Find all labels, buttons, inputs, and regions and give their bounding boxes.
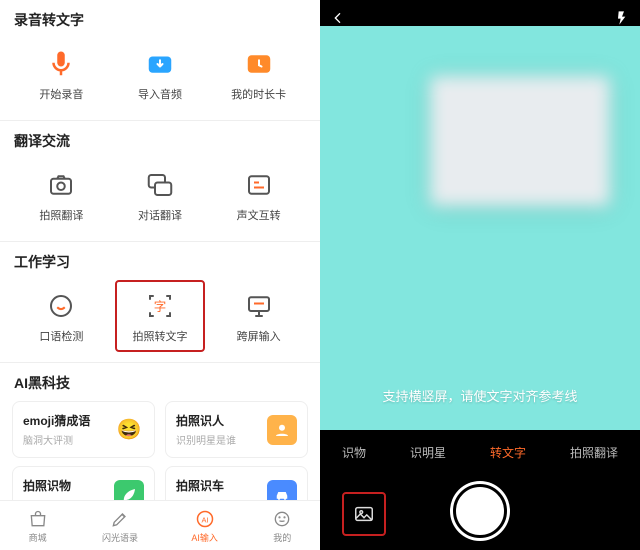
section-title-ai: AI黑科技 [14, 373, 308, 393]
cell-label: 跨屏输入 [237, 328, 281, 344]
divider [0, 241, 320, 242]
shutter-button[interactable] [453, 484, 507, 538]
camera-translate-icon [43, 167, 79, 203]
voice-text-button[interactable]: 声文互转 [214, 159, 304, 231]
card-sub: 脑洞大评测 [23, 432, 90, 447]
mall-icon [27, 508, 49, 530]
chat-translate-icon [142, 167, 178, 203]
car-icon [267, 480, 297, 501]
cross-screen-button[interactable]: 跨屏输入 [214, 280, 304, 352]
nav-label: 闪光语录 [102, 531, 138, 544]
camera-viewfinder: 支持横竖屏，请使文字对齐参考线 [320, 26, 640, 430]
image-icon [353, 503, 375, 525]
section-title-work: 工作学习 [14, 252, 308, 272]
nav-ai-input[interactable]: AI AI输入 [191, 508, 218, 544]
card-title: 拍照识车 [176, 477, 236, 494]
translate-row: 拍照翻译 对话翻译 声文互转 [12, 157, 308, 241]
cell-label: 拍照转文字 [132, 328, 187, 344]
dialog-translate-button[interactable]: 对话翻译 [115, 159, 205, 231]
voice-text-icon [241, 167, 277, 203]
tab-celebrity[interactable]: 识明星 [410, 444, 446, 461]
card-title: 拍照识物 [23, 477, 83, 494]
emoji-idiom-card[interactable]: emoji猜成语 脑洞大评测 😆 [12, 401, 155, 458]
leaf-icon [114, 480, 144, 501]
emoji-icon: 😆 [114, 415, 144, 445]
microphone-icon [43, 46, 79, 82]
ocr-icon: 字 [142, 288, 178, 324]
record-row: 开始录音 导入音频 我的时长卡 [12, 36, 308, 120]
cell-label: 我的时长卡 [231, 86, 286, 102]
photo-car-card[interactable]: 拍照识车 识别汽车品牌 [165, 466, 308, 500]
tab-to-text[interactable]: 转文字 [490, 444, 526, 461]
work-row: 口语检测 字 拍照转文字 跨屏输入 [12, 278, 308, 362]
speaking-check-button[interactable]: 口语检测 [16, 280, 106, 352]
photo-person-card[interactable]: 拍照识人 识别明星是谁 [165, 401, 308, 458]
camera-controls [320, 472, 640, 550]
import-audio-button[interactable]: 导入音频 [115, 38, 205, 110]
ai-icon: AI [194, 508, 216, 530]
alignment-hint: 支持横竖屏，请使文字对齐参考线 [320, 386, 640, 405]
card-title: emoji猜成语 [23, 412, 90, 429]
photo-object-card[interactable]: 拍照识物 智能识别万物 [12, 466, 155, 500]
camera-mode-tabs: 识物 识明星 转文字 拍照翻译 [320, 432, 640, 472]
divider [0, 120, 320, 121]
monitor-icon [241, 288, 277, 324]
start-record-button[interactable]: 开始录音 [16, 38, 106, 110]
person-icon [267, 415, 297, 445]
svg-text:字: 字 [154, 299, 167, 314]
cell-label: 声文互转 [237, 207, 281, 223]
divider [0, 362, 320, 363]
nav-mall[interactable]: 商城 [27, 508, 49, 544]
tab-photo-translate[interactable]: 拍照翻译 [570, 444, 618, 461]
nav-quotes[interactable]: 闪光语录 [102, 508, 138, 544]
nav-mine[interactable]: 我的 [271, 508, 293, 544]
time-card-button[interactable]: 我的时长卡 [214, 38, 304, 110]
tab-object[interactable]: 识物 [342, 444, 366, 461]
card-sub: 识别明星是谁 [176, 432, 236, 447]
nav-label: 我的 [273, 531, 291, 544]
card-title: 拍照识人 [176, 412, 236, 429]
smile-icon [271, 508, 293, 530]
cell-label: 开始录音 [39, 86, 83, 102]
pen-icon [109, 508, 131, 530]
cell-label: 导入音频 [138, 86, 182, 102]
photo-translate-button[interactable]: 拍照翻译 [16, 159, 106, 231]
nav-label: 商城 [29, 531, 47, 544]
cell-label: 拍照翻译 [39, 207, 83, 223]
gallery-button[interactable] [342, 492, 386, 536]
preview-blur [430, 76, 610, 206]
folder-icon [142, 46, 178, 82]
cell-label: 口语检测 [39, 328, 83, 344]
photo-to-text-button[interactable]: 字 拍照转文字 [115, 280, 205, 352]
section-title-record: 录音转文字 [14, 10, 308, 30]
bottom-nav: 商城 闪光语录 AI AI输入 我的 [0, 500, 320, 550]
speaking-icon [43, 288, 79, 324]
clock-card-icon [241, 46, 277, 82]
cell-label: 对话翻译 [138, 207, 182, 223]
section-title-translate: 翻译交流 [14, 131, 308, 151]
svg-text:AI: AI [201, 515, 208, 524]
nav-label: AI输入 [191, 531, 218, 544]
